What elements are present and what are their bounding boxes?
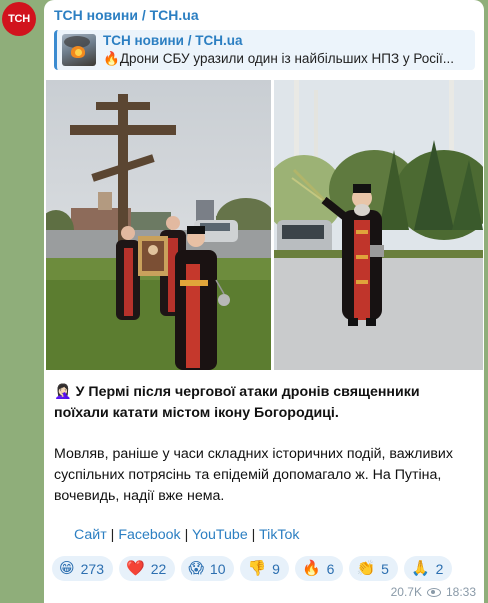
- reaction-count: 22: [150, 560, 167, 577]
- scream-icon: 😱: [188, 560, 204, 577]
- reaction-fire[interactable]: 🔥 6: [294, 556, 344, 581]
- reaction-count: 2: [435, 560, 444, 577]
- message-meta: 20.7K 18:33: [391, 585, 476, 599]
- channel-name[interactable]: ТСН новини / ТСН.ua: [54, 7, 199, 23]
- reaction-heart[interactable]: ❤️ 22: [119, 556, 176, 581]
- pray-icon: 🙏: [410, 560, 430, 577]
- link-site[interactable]: Сайт: [74, 527, 107, 543]
- clap-icon: 👏: [356, 560, 376, 577]
- photo-album: [46, 80, 483, 370]
- reaction-grin[interactable]: 😁 273: [52, 556, 113, 581]
- reaction-count: 6: [326, 560, 335, 577]
- photo-priest-sprinkling[interactable]: [274, 80, 483, 370]
- reaction-thumbs-down[interactable]: 👎 9: [240, 556, 289, 581]
- headline-text: У Пермі після чергової атаки дронів свящ…: [54, 384, 420, 421]
- post-headline: 🤦🏻‍♀️ У Пермі після чергової атаки дроні…: [54, 382, 478, 424]
- thumbs-down-icon: 👎: [247, 560, 267, 577]
- link-separator: |: [251, 527, 260, 543]
- post-body: Мовляв, раніше у часи складних історични…: [54, 446, 453, 504]
- reactions-bar: 😁 273 ❤️ 22 😱 10 👎 9 🔥 6 👏 5 🙏 2: [52, 556, 453, 581]
- reaction-count: 9: [272, 560, 280, 577]
- message-time: 18:33: [445, 585, 476, 599]
- reply-preview[interactable]: ТСН новини / ТСН.ua 🔥Дрони СБУ уразили о…: [54, 30, 475, 70]
- link-separator: |: [184, 527, 192, 543]
- post-caption: 🤦🏻‍♀️ У Пермі після чергової атаки дроні…: [54, 382, 478, 507]
- link-facebook[interactable]: Facebook: [118, 527, 180, 543]
- footer-links: Сайт | Facebook | YouTube | TikTok: [74, 527, 300, 543]
- grin-icon: 😁: [59, 560, 75, 577]
- reaction-pray[interactable]: 🙏 2: [403, 556, 453, 581]
- reply-title: ТСН новини / ТСН.ua: [103, 33, 243, 48]
- fire-icon: 🔥: [103, 51, 120, 66]
- reaction-count: 5: [381, 560, 389, 577]
- view-count: 20.7K: [390, 585, 422, 599]
- link-tiktok[interactable]: TikTok: [259, 527, 299, 543]
- reaction-clap[interactable]: 👏 5: [349, 556, 398, 581]
- link-youtube[interactable]: YouTube: [192, 527, 248, 543]
- heart-icon: ❤️: [126, 560, 145, 577]
- fire-icon: 🔥: [301, 560, 321, 577]
- reply-thumbnail: [62, 34, 96, 66]
- reaction-count: 10: [209, 560, 226, 577]
- photo-procession[interactable]: [46, 80, 271, 370]
- channel-avatar[interactable]: ТСН: [2, 2, 36, 36]
- facepalm-icon: 🤦🏻‍♀️: [54, 384, 72, 400]
- reaction-count: 273: [80, 560, 104, 577]
- eye-icon: [426, 587, 441, 597]
- message-bubble: ТСН новини / ТСН.ua ТСН новини / ТСН.ua …: [44, 0, 484, 603]
- reply-text-content: Дрони СБУ уразили один із найбільших НПЗ…: [119, 51, 455, 66]
- reply-text: 🔥Дрони СБУ уразили один із найбільших НП…: [103, 51, 471, 67]
- reaction-scream[interactable]: 😱 10: [181, 556, 235, 581]
